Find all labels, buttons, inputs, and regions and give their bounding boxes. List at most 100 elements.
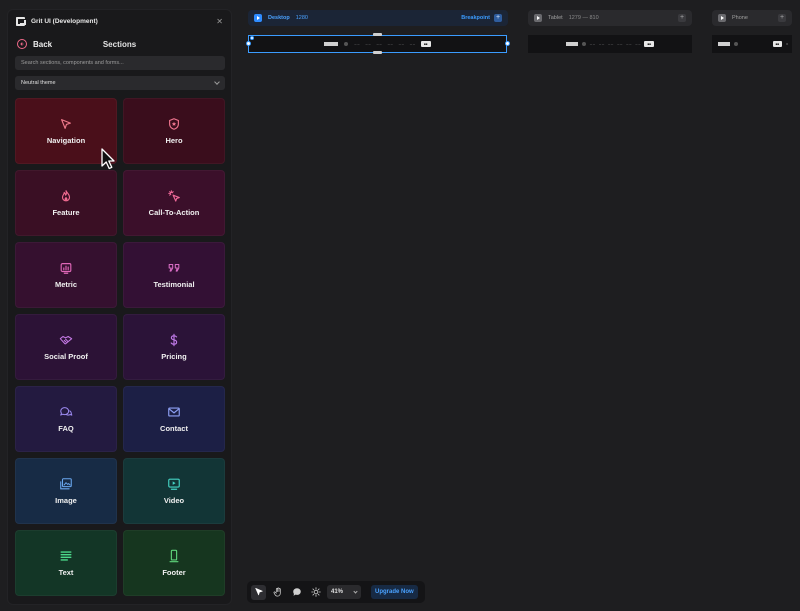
hand-icon[interactable] — [270, 585, 285, 600]
preview-dot — [581, 42, 586, 46]
section-category-grid: Navigation Hero Feature Call-To-Action M… — [15, 98, 225, 596]
shield-star-icon — [167, 117, 181, 131]
card-label: Video — [163, 496, 185, 505]
breakpoint-name: Phone — [732, 15, 748, 21]
preview-link: ─ ─ — [608, 42, 614, 46]
card-label: Metric — [54, 280, 78, 289]
dollar-icon — [167, 333, 181, 347]
preview-link: ─ ─ — [599, 42, 605, 46]
preview-logo — [718, 42, 730, 46]
select-arrow-icon[interactable] — [251, 584, 266, 600]
text-lines-icon — [59, 549, 73, 563]
section-card-testimonial[interactable]: Testimonial — [123, 242, 225, 308]
chart-icon — [59, 261, 73, 275]
play-icon[interactable] — [254, 14, 262, 22]
comment-icon[interactable] — [289, 585, 304, 600]
close-icon[interactable]: ✕ — [216, 17, 223, 26]
canvas-toolbar: 41% Upgrade Now — [247, 581, 425, 603]
preview-button: ■■ — [772, 41, 783, 47]
plus-icon[interactable]: + — [778, 14, 786, 22]
resize-handle-bottom[interactable] — [373, 51, 382, 54]
upgrade-button[interactable]: Upgrade Now — [371, 585, 418, 599]
app-title: Grit UI (Development) — [31, 17, 98, 25]
section-card-text[interactable]: Text — [15, 530, 117, 596]
card-label: Text — [58, 568, 74, 577]
card-label: Navigation — [46, 136, 86, 145]
card-label: Contact — [160, 424, 188, 433]
plus-icon[interactable]: + — [494, 14, 502, 22]
card-label: Social Proof — [44, 352, 88, 361]
section-card-video[interactable]: Video — [123, 458, 225, 524]
preview-link: ─ ─ — [635, 42, 641, 46]
cursor-arrow-icon — [59, 117, 73, 131]
tablet-frame-preview[interactable]: ─ ─ ─ ─ ─ ─ ─ ─ ─ ─ ─ ─ ■■ — [528, 35, 692, 53]
section-card-pricing[interactable]: Pricing — [123, 314, 225, 380]
image-icon — [59, 477, 73, 491]
search-input[interactable] — [15, 56, 225, 70]
play-icon[interactable] — [718, 14, 726, 22]
card-label: Testimonial — [153, 280, 195, 289]
breakpoint-bar-phone[interactable]: Phone + — [712, 10, 792, 26]
resize-handle-top[interactable] — [373, 33, 382, 36]
arrow-left-icon — [17, 39, 27, 49]
video-icon — [167, 477, 181, 491]
breakpoint-bar-desktop[interactable]: Desktop 1280 Breakpoint + — [248, 10, 508, 26]
sidebar-header: Grit UI (Development) ✕ — [8, 10, 231, 32]
preview-button: ■■ — [644, 41, 655, 47]
resize-handle-corner[interactable] — [250, 36, 254, 40]
quote-icon — [167, 261, 181, 275]
chat-bubbles-icon — [59, 405, 73, 419]
card-label: Feature — [52, 208, 80, 217]
section-card-hero[interactable]: Hero — [123, 98, 225, 164]
card-label: Hero — [165, 136, 183, 145]
card-label: Image — [55, 496, 77, 505]
section-card-feature[interactable]: Feature — [15, 170, 117, 236]
phone-frame-preview[interactable]: ■■ ≡ — [712, 35, 792, 53]
theme-select[interactable]: Neutral theme — [15, 76, 225, 90]
section-card-image[interactable]: Image — [15, 458, 117, 524]
back-row: Back Sections — [8, 36, 231, 52]
breakpoint-bar-tablet[interactable]: Tablet 1279 — 810 + — [528, 10, 692, 26]
back-button[interactable]: Back — [17, 39, 52, 49]
chevron-down-icon — [214, 79, 220, 85]
add-breakpoint-link[interactable]: Breakpoint — [461, 15, 490, 21]
flame-icon — [59, 189, 73, 203]
preview-logo — [565, 42, 578, 46]
section-card-footer[interactable]: Footer — [123, 530, 225, 596]
card-label: Footer — [162, 568, 186, 577]
card-label: FAQ — [58, 424, 74, 433]
card-label: Call-To-Action — [148, 208, 200, 217]
preview-link: ─ ─ — [617, 42, 623, 46]
theme-select-value: Neutral theme — [21, 80, 56, 86]
zoom-select[interactable]: 41% — [327, 585, 361, 599]
phone-device-icon — [167, 549, 181, 563]
sections-sidebar: Grit UI (Development) ✕ Back Sections Ne… — [7, 9, 232, 605]
resize-handle-left[interactable] — [246, 41, 251, 46]
breakpoint-name: Tablet — [548, 15, 563, 21]
preview-link: ─ ─ — [589, 42, 595, 46]
preview-dot — [734, 42, 738, 46]
section-card-navigation[interactable]: Navigation — [15, 98, 117, 164]
breakpoint-size: 1280 — [295, 15, 308, 21]
preview-menu: ≡ — [786, 42, 788, 46]
grit-logo-icon — [16, 16, 26, 26]
resize-handle-right[interactable] — [505, 41, 510, 46]
plus-icon[interactable]: + — [678, 14, 686, 22]
breakpoint-size: 1279 — 810 — [568, 15, 599, 21]
section-card-faq[interactable]: FAQ — [15, 386, 117, 452]
section-card-call-to-action[interactable]: Call-To-Action — [123, 170, 225, 236]
handshake-icon — [59, 333, 73, 347]
section-card-social-proof[interactable]: Social Proof — [15, 314, 117, 380]
chevron-down-icon — [353, 588, 358, 594]
pointer-click-icon — [167, 189, 181, 203]
breakpoint-name: Desktop — [268, 15, 290, 21]
sun-icon[interactable] — [308, 585, 323, 600]
zoom-value: 41% — [331, 589, 344, 595]
card-label: Pricing — [161, 352, 187, 361]
preview-link: ─ ─ — [626, 42, 632, 46]
section-card-contact[interactable]: Contact — [123, 386, 225, 452]
play-icon[interactable] — [534, 14, 542, 22]
back-label: Back — [33, 39, 53, 49]
envelope-icon — [167, 405, 181, 419]
section-card-metric[interactable]: Metric — [15, 242, 117, 308]
